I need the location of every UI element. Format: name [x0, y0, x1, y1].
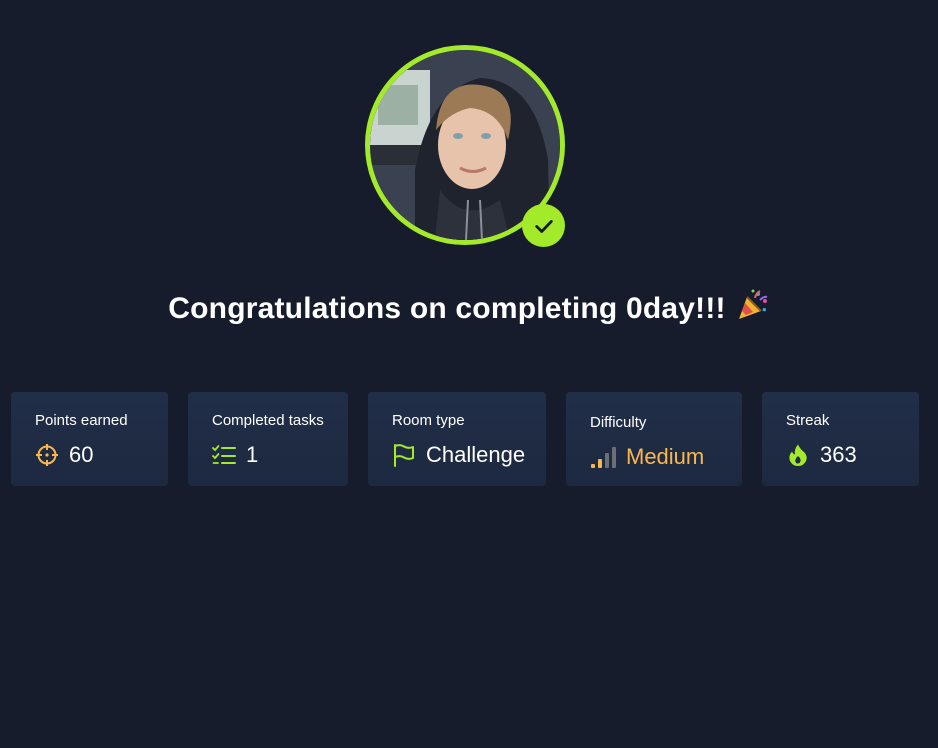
checkmark-icon	[534, 219, 553, 233]
stat-value-room-type: Challenge	[426, 442, 526, 467]
stat-label-streak: Streak	[786, 412, 830, 429]
avatar-container	[365, 45, 565, 247]
stat-value-streak: 363	[820, 442, 857, 467]
flame-icon	[786, 443, 810, 467]
stat-card-difficulty: Difficulty Medium	[566, 392, 742, 486]
stat-card-room-type: Room type Challenge	[368, 392, 546, 486]
checklist-icon	[212, 443, 236, 467]
stat-label-difficulty: Difficulty	[590, 414, 647, 431]
stat-value-points: 60	[69, 442, 94, 467]
completion-page: Congratulations on completing 0day!!! Po…	[0, 0, 938, 748]
stat-card-points: Points earned 60	[11, 392, 168, 486]
stat-label-tasks: Completed tasks	[212, 412, 324, 429]
party-popper-icon	[736, 288, 770, 330]
stat-label-room-type: Room type	[392, 412, 465, 429]
stat-value-tasks: 1	[246, 442, 259, 467]
stat-label-points: Points earned	[35, 412, 128, 429]
title-text: Congratulations on completing 0day!!!	[168, 292, 726, 325]
stat-value-difficulty: Medium	[626, 444, 705, 469]
verified-badge	[522, 204, 565, 247]
signal-bars-icon	[590, 445, 618, 469]
crosshair-icon	[35, 443, 59, 467]
page-title: Congratulations on completing 0day!!!	[0, 288, 938, 330]
flag-icon	[392, 443, 416, 467]
stat-card-streak: Streak 363	[762, 392, 919, 486]
stat-card-tasks: Completed tasks 1	[188, 392, 348, 486]
